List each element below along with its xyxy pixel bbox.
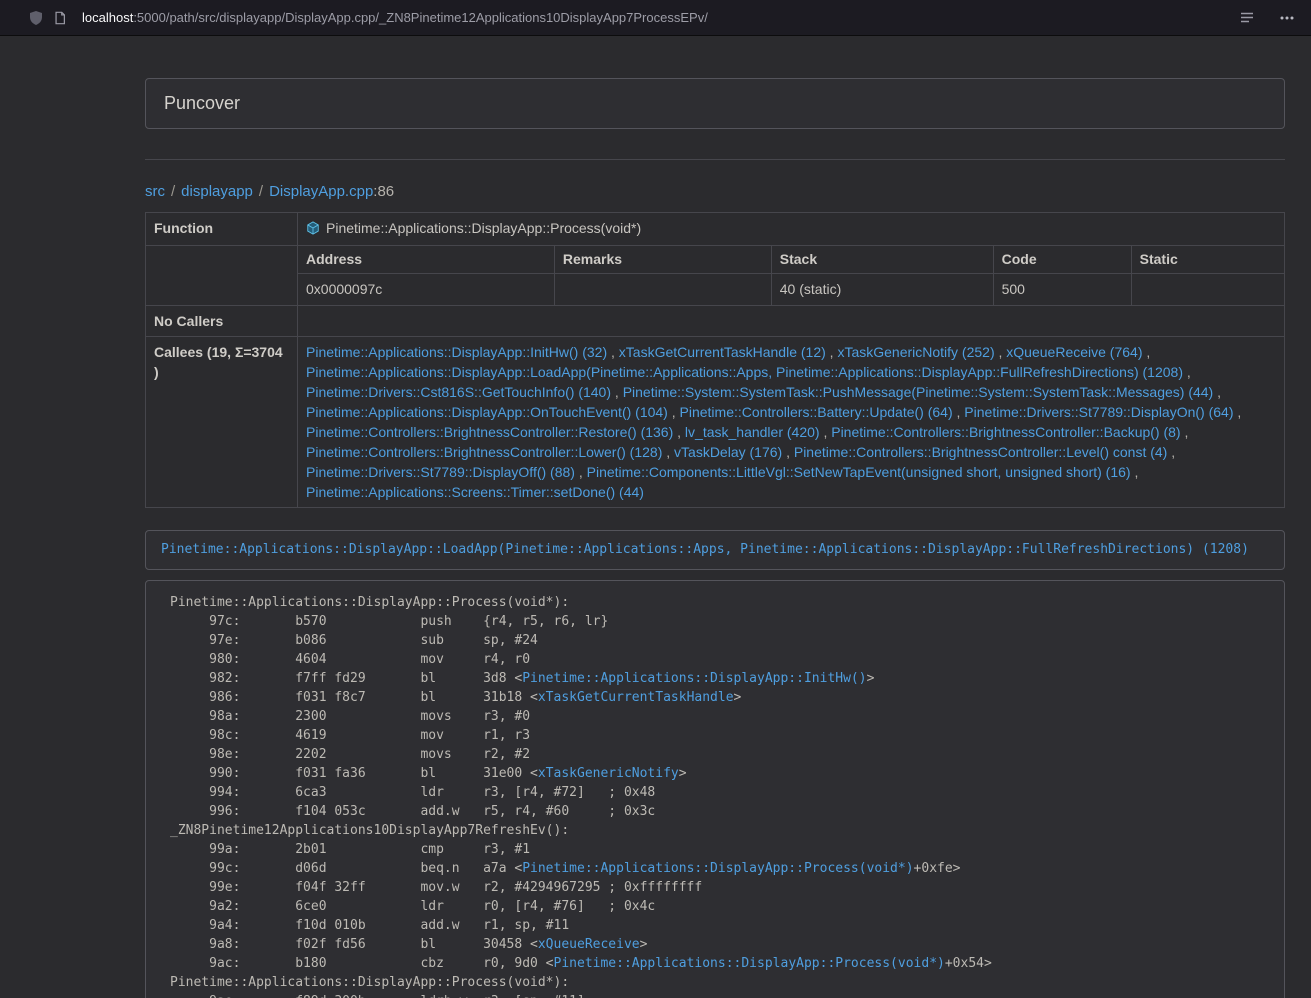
col-header-code: Code xyxy=(993,246,1131,274)
callee-link[interactable]: Pinetime::Controllers::BrightnessControl… xyxy=(831,424,1180,440)
function-name: Pinetime::Applications::DisplayApp::Proc… xyxy=(326,220,641,236)
code-symbol-link[interactable]: xTaskGetCurrentTaskHandle xyxy=(538,690,734,705)
callee-link[interactable]: xTaskGetCurrentTaskHandle (12) xyxy=(619,344,826,360)
cell-stack: 40 (static) xyxy=(771,274,993,306)
callee-link[interactable]: Pinetime::Components::LittleVgl::SetNewT… xyxy=(587,464,1131,480)
callee-separator: , xyxy=(1181,424,1189,440)
callee-link[interactable]: Pinetime::Drivers::St7789::DisplayOn() (… xyxy=(964,404,1233,420)
breadcrumb-separator: / xyxy=(259,183,263,200)
callee-separator: , xyxy=(607,344,619,360)
code-symbol-link[interactable]: xTaskGenericNotify xyxy=(538,766,679,781)
col-header-address: Address xyxy=(298,246,554,274)
callee-separator: , xyxy=(953,404,965,420)
callees-label: Callees (19, Σ=3704 ) xyxy=(146,337,298,508)
callee-link[interactable]: Pinetime::Applications::DisplayApp::Load… xyxy=(306,364,1183,380)
callee-separator: , xyxy=(1142,344,1150,360)
function-icon xyxy=(306,220,320,240)
callee-separator: , xyxy=(1213,384,1221,400)
page-info-icon[interactable] xyxy=(48,6,72,30)
breadcrumb-separator: / xyxy=(171,183,175,200)
stats-row-label xyxy=(146,246,298,306)
callee-link[interactable]: Pinetime::Controllers::BrightnessControl… xyxy=(306,444,662,460)
breadcrumb-link-displayapp[interactable]: displayapp xyxy=(181,183,253,200)
col-header-stack: Stack xyxy=(771,246,993,274)
stats-cell: Address Remarks Stack Code Static 0x0000… xyxy=(298,246,1285,306)
divider xyxy=(145,159,1285,160)
callee-separator: , xyxy=(673,424,685,440)
callee-link[interactable]: Pinetime::Applications::DisplayApp::Init… xyxy=(306,344,607,360)
callee-link[interactable]: Pinetime::Drivers::St7789::DisplayOff() … xyxy=(306,464,575,480)
stats-table: Address Remarks Stack Code Static 0x0000… xyxy=(298,246,1284,305)
table-row: No Callers xyxy=(146,306,1285,337)
callee-link[interactable]: Pinetime::Controllers::BrightnessControl… xyxy=(306,424,673,440)
cell-static xyxy=(1131,274,1284,306)
url-path: :5000/path/src/displayapp/DisplayApp.cpp… xyxy=(133,10,708,25)
puncover-header-panel: Puncover xyxy=(145,78,1285,129)
breadcrumb-link-file[interactable]: DisplayApp.cpp xyxy=(269,183,373,200)
callee-separator: , xyxy=(1167,444,1175,460)
callee-separator: , xyxy=(668,404,680,420)
code-symbol-link[interactable]: xQueueReceive xyxy=(538,937,640,952)
page-title: Puncover xyxy=(164,93,240,114)
breadcrumb-line-number: :86 xyxy=(373,183,394,200)
function-table: Function Pinetime::Applications::Display… xyxy=(145,212,1285,508)
browser-toolbar: localhost:5000/path/src/displayapp/Displ… xyxy=(0,0,1311,36)
callee-link[interactable]: Pinetime::Applications::Screens::Timer::… xyxy=(306,484,644,500)
cell-code: 500 xyxy=(993,274,1131,306)
callee-link[interactable]: Pinetime::Controllers::BrightnessControl… xyxy=(794,444,1167,460)
table-row: 0x0000097c 40 (static) 500 xyxy=(298,274,1284,306)
callee-link[interactable]: Pinetime::Applications::DisplayApp::OnTo… xyxy=(306,404,668,420)
function-row-label: Function xyxy=(146,213,298,246)
shield-icon[interactable] xyxy=(24,6,48,30)
snippet-symbol-link[interactable]: Pinetime::Applications::DisplayApp::Load… xyxy=(161,542,1249,557)
breadcrumb: src / displayapp / DisplayApp.cpp:86 xyxy=(145,182,1285,202)
code-symbol-link[interactable]: Pinetime::Applications::DisplayApp::Init… xyxy=(522,671,866,686)
callee-separator: , xyxy=(995,344,1007,360)
url-bar[interactable]: localhost:5000/path/src/displayapp/Displ… xyxy=(82,10,1235,25)
callees-list: Pinetime::Applications::DisplayApp::Init… xyxy=(298,337,1285,508)
no-callers-label: No Callers xyxy=(146,306,298,337)
callee-separator: , xyxy=(1234,404,1242,420)
callee-separator: , xyxy=(826,344,838,360)
callee-separator: , xyxy=(1183,364,1191,380)
callee-separator: , xyxy=(782,444,794,460)
callee-separator: , xyxy=(1131,464,1139,480)
col-header-remarks: Remarks xyxy=(554,246,771,274)
callee-separator: , xyxy=(611,384,623,400)
callee-separator: , xyxy=(575,464,587,480)
callee-link[interactable]: Pinetime::System::SystemTask::PushMessag… xyxy=(623,384,1214,400)
callee-link[interactable]: lv_task_handler (420) xyxy=(685,424,820,440)
code-block: Pinetime::Applications::DisplayApp::Proc… xyxy=(160,585,1270,998)
callers-cell xyxy=(298,306,1285,337)
url-host: localhost xyxy=(82,10,133,25)
callee-separator: , xyxy=(662,444,674,460)
callee-separator: , xyxy=(820,424,832,440)
table-row: Callees (19, Σ=3704 ) Pinetime::Applicat… xyxy=(146,337,1285,508)
page-content: Puncover src / displayapp / DisplayApp.cpp:8… xyxy=(145,36,1285,998)
callee-link[interactable]: Pinetime::Controllers::Battery::Update()… xyxy=(680,404,953,420)
reader-view-icon[interactable] xyxy=(1235,6,1259,30)
breadcrumb-link-src[interactable]: src xyxy=(145,183,165,200)
cell-remarks xyxy=(554,274,771,306)
table-row: Address Remarks Stack Code Static 0x0000… xyxy=(146,246,1285,306)
table-row: Function Pinetime::Applications::Display… xyxy=(146,213,1285,246)
table-row: Address Remarks Stack Code Static xyxy=(298,246,1284,274)
code-symbol-link[interactable]: Pinetime::Applications::DisplayApp::Proc… xyxy=(554,956,945,971)
cell-address: 0x0000097c xyxy=(298,274,554,306)
snippet-heading-panel: Pinetime::Applications::DisplayApp::Load… xyxy=(145,530,1285,570)
col-header-static: Static xyxy=(1131,246,1284,274)
callee-link[interactable]: xQueueReceive (764) xyxy=(1006,344,1142,360)
menu-icon[interactable] xyxy=(1275,6,1299,30)
code-symbol-link[interactable]: Pinetime::Applications::DisplayApp::Proc… xyxy=(522,861,913,876)
disassembly-panel: Pinetime::Applications::DisplayApp::Proc… xyxy=(145,580,1285,998)
callee-link[interactable]: vTaskDelay (176) xyxy=(674,444,782,460)
callee-link[interactable]: xTaskGenericNotify (252) xyxy=(837,344,994,360)
callee-link[interactable]: Pinetime::Drivers::Cst816S::GetTouchInfo… xyxy=(306,384,611,400)
function-name-cell: Pinetime::Applications::DisplayApp::Proc… xyxy=(298,213,1285,246)
